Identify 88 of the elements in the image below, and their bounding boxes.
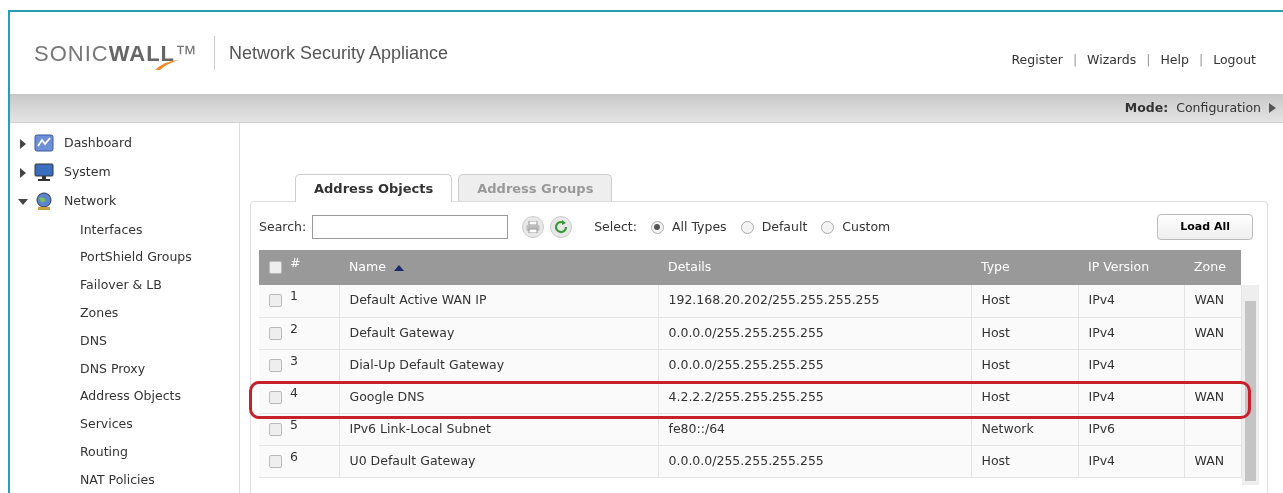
table-cell: WAN bbox=[1194, 324, 1225, 340]
table-cell: IPv4 bbox=[1088, 452, 1116, 468]
table-cell: 0.0.0.0/255.255.255.255 bbox=[668, 452, 824, 468]
separator: | bbox=[1198, 50, 1204, 69]
radio-button[interactable] bbox=[650, 220, 664, 234]
table-cell: IPv4 bbox=[1088, 324, 1116, 340]
checkbox[interactable] bbox=[269, 358, 282, 372]
radio-label: Custom bbox=[842, 217, 891, 236]
sidebar-subitem[interactable]: Services bbox=[80, 415, 133, 434]
table-cell: IPv6 Link-Local Subnet bbox=[349, 420, 491, 436]
globe-icon bbox=[34, 192, 54, 211]
mode-link[interactable]: Configuration bbox=[1176, 98, 1261, 118]
sidebar-subitem[interactable]: Address Objects bbox=[80, 387, 181, 407]
table-cell: IPv4 bbox=[1088, 388, 1116, 404]
sidebar-subitem[interactable]: Routing bbox=[80, 442, 128, 462]
checkbox[interactable] bbox=[269, 422, 282, 436]
radio-label: Default bbox=[761, 217, 808, 236]
table-cell: Default Active WAN IP bbox=[349, 292, 487, 308]
row-number: 3 bbox=[290, 352, 298, 368]
sidebar-subitem[interactable]: Zones bbox=[80, 303, 119, 323]
table-cell: Host bbox=[981, 452, 1010, 468]
table-cell: 0.0.0.0/255.255.255.255 bbox=[668, 324, 824, 340]
caret-icon[interactable] bbox=[18, 167, 28, 178]
table-cell: WAN bbox=[1194, 452, 1225, 468]
monitor-icon bbox=[34, 163, 54, 182]
table-cell: Host bbox=[981, 324, 1010, 340]
table-cell: 4.2.2.2/255.255.255.255 bbox=[668, 388, 824, 404]
checkbox[interactable] bbox=[269, 390, 282, 404]
table-cell: WAN bbox=[1194, 292, 1225, 308]
checkbox[interactable] bbox=[269, 326, 282, 340]
sidebar-subitem[interactable]: Failover & LB bbox=[80, 276, 162, 295]
header-link[interactable]: Help bbox=[1160, 50, 1189, 70]
table-cell: IPv4 bbox=[1088, 292, 1116, 308]
sidebar-item[interactable]: Dashboard bbox=[64, 134, 132, 153]
chart-icon bbox=[34, 134, 54, 153]
checkbox[interactable] bbox=[269, 294, 282, 308]
table-cell: 192.168.20.202/255.255.255.255 bbox=[668, 292, 880, 308]
radio-label: All Types bbox=[671, 217, 727, 236]
caret-icon[interactable] bbox=[18, 196, 28, 207]
sidebar-subitem[interactable]: DNS bbox=[80, 331, 107, 351]
table-cell: Network bbox=[981, 420, 1034, 436]
table-cell: WAN bbox=[1194, 388, 1225, 404]
sidebar-subitem[interactable]: DNS Proxy bbox=[80, 359, 146, 379]
row-number: 4 bbox=[290, 384, 298, 400]
separator: | bbox=[1146, 50, 1151, 69]
search-label: Search: bbox=[259, 217, 307, 236]
tab[interactable]: Address Objects bbox=[295, 174, 453, 202]
header-link[interactable]: Wizards bbox=[1087, 50, 1137, 70]
row-number: 2 bbox=[290, 320, 298, 336]
table-cell: IPv6 bbox=[1088, 420, 1116, 436]
table-cell: Google DNS bbox=[349, 388, 425, 404]
header-link[interactable]: Register bbox=[1011, 50, 1063, 70]
radio-button[interactable] bbox=[740, 220, 754, 234]
row-number: 6 bbox=[290, 448, 298, 464]
table-cell: Host bbox=[981, 388, 1010, 404]
table-cell: 0.0.0.0/255.255.255.255 bbox=[668, 356, 824, 372]
table-cell: IPv4 bbox=[1088, 356, 1116, 372]
caret-icon[interactable] bbox=[18, 138, 28, 149]
print-button[interactable] bbox=[522, 216, 545, 238]
refresh-icon bbox=[554, 220, 569, 234]
row-number: 1 bbox=[290, 288, 298, 304]
printer-icon bbox=[526, 221, 541, 233]
scrollbar[interactable] bbox=[1242, 285, 1259, 485]
logo: SONICWALL™ bbox=[34, 36, 198, 70]
refresh-button[interactable] bbox=[550, 216, 573, 238]
checkbox[interactable] bbox=[269, 261, 282, 275]
table-cell: Host bbox=[981, 292, 1010, 308]
table-cell: Default Gateway bbox=[349, 324, 455, 340]
sidebar-subitem[interactable]: PortShield Groups bbox=[80, 248, 192, 268]
product-title: Network Security Appliance bbox=[214, 36, 449, 70]
search-field[interactable] bbox=[312, 215, 509, 239]
select-label: Select: bbox=[594, 217, 637, 236]
separator: | bbox=[1072, 50, 1078, 69]
radio-button[interactable] bbox=[821, 220, 835, 234]
table-cell: Dial-Up Default Gateway bbox=[349, 356, 505, 372]
table-cell: fe80::/64 bbox=[668, 420, 726, 436]
row-number: 5 bbox=[290, 416, 298, 432]
load-all-button[interactable]: Load All bbox=[1157, 213, 1253, 241]
header-link[interactable]: Logout bbox=[1213, 50, 1256, 70]
sidebar-item[interactable]: Network bbox=[64, 192, 117, 211]
arrow-right-icon bbox=[1269, 103, 1276, 113]
sidebar-item[interactable]: System bbox=[64, 163, 111, 182]
sidebar-subitem[interactable]: NAT Policies bbox=[80, 470, 155, 490]
checkbox[interactable] bbox=[269, 454, 282, 468]
mode-label: Mode: bbox=[1124, 98, 1169, 117]
sidebar-subitem[interactable]: Interfaces bbox=[80, 220, 143, 240]
table-cell: Host bbox=[981, 356, 1010, 372]
table-cell: U0 Default Gateway bbox=[349, 452, 476, 468]
